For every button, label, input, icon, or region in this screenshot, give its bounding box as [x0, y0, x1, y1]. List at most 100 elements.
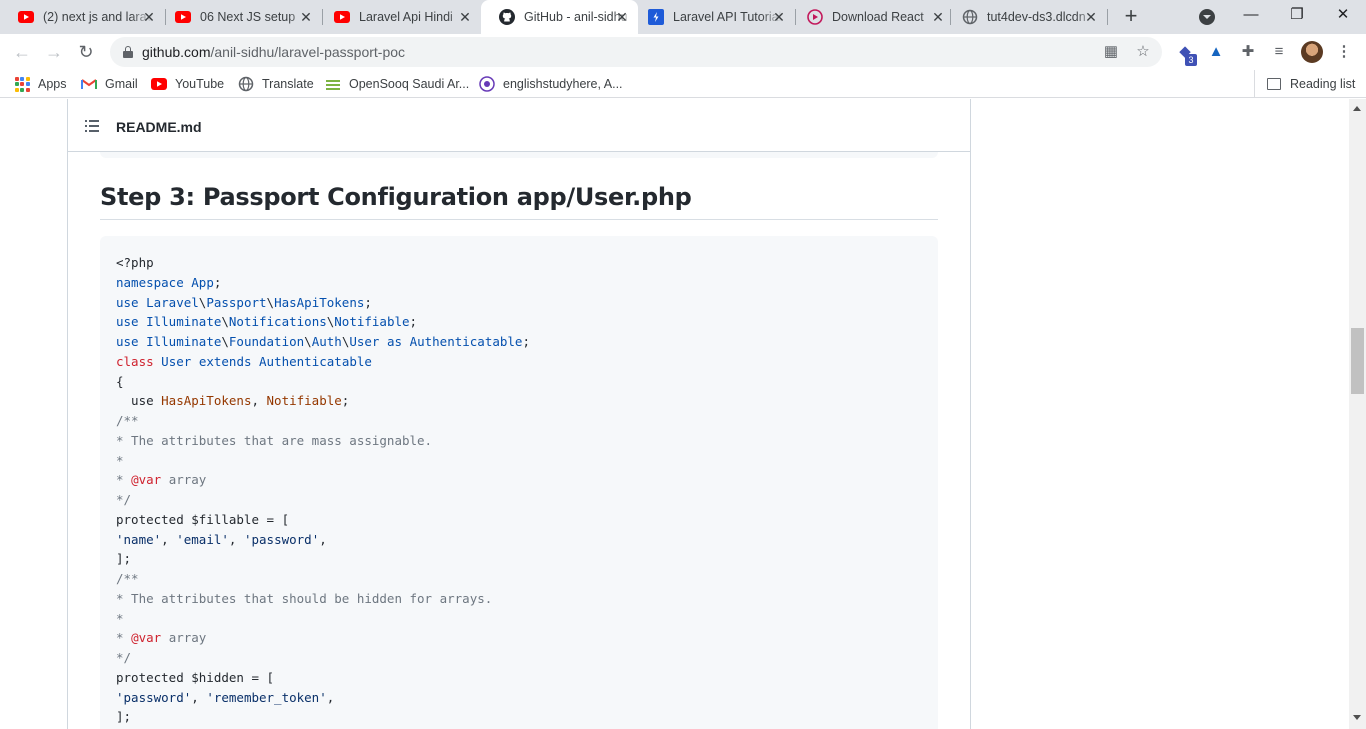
code-line: <?php [116, 253, 530, 273]
code-token: extends [198, 353, 252, 369]
code-line: use Laravel\Passport\HasApiTokens; [116, 293, 530, 313]
browser-toolbar: ← → ↻ github.com/anil-sidhu/laravel-pass… [0, 34, 1366, 70]
extensions-puzzle-icon[interactable]: ✚ [1238, 42, 1258, 62]
restore-button[interactable]: ❐ [1274, 0, 1320, 30]
bookmark-label: englishstudyhere, A... [503, 77, 623, 91]
scroll-up-arrow-icon[interactable] [1353, 106, 1361, 111]
qr-code-icon[interactable]: ▦ [1103, 44, 1119, 60]
code-token: ]; [116, 551, 132, 567]
opensooq-icon [325, 76, 341, 92]
close-tab-icon[interactable]: ✕ [457, 9, 473, 25]
close-tab-icon[interactable]: ✕ [771, 9, 787, 25]
minimize-button[interactable]: — [1228, 0, 1274, 30]
reading-list-icon [1267, 78, 1281, 90]
download-icon [807, 9, 823, 25]
scrollbar-thumb[interactable] [1351, 328, 1364, 394]
code-line: use Illuminate\Notifications\Notifiable; [116, 312, 530, 332]
code-line: namespace App; [116, 273, 530, 293]
code-line: /** [116, 411, 530, 431]
page-scrollbar[interactable] [1349, 99, 1366, 729]
bookmark-label: Gmail [105, 77, 138, 91]
reading-list-button[interactable]: Reading list [1254, 70, 1355, 98]
readme-filename[interactable]: README.md [116, 119, 202, 135]
code-token: /** [116, 571, 139, 586]
code-token: Illuminate [146, 314, 222, 330]
forward-button[interactable]: → [42, 40, 66, 64]
code-token: ; [409, 314, 418, 330]
code-token: 'password' [243, 531, 320, 547]
tab-search-icon[interactable] [1199, 9, 1215, 25]
bookmark-gmail[interactable]: Gmail [81, 75, 138, 93]
close-tab-icon[interactable]: ✕ [614, 9, 630, 25]
table-of-contents-icon[interactable] [85, 120, 99, 132]
tab-youtube-laravel-api-hindi[interactable]: Laravel Api Hindi ✕ [316, 0, 481, 34]
code-token: ; [522, 334, 530, 349]
close-tab-icon[interactable]: ✕ [141, 9, 157, 25]
code-token: * [116, 630, 132, 646]
gmail-icon [81, 76, 97, 92]
github-page: README.md Step 3: Passport Configuration… [0, 99, 1349, 729]
previous-code-block [100, 152, 938, 158]
code-token: , [228, 531, 244, 547]
youtube-icon [18, 9, 34, 25]
back-button[interactable]: ← [10, 40, 34, 64]
bookmark-apps[interactable]: Apps [14, 75, 67, 93]
tab-laravel-api-tutorial[interactable]: Laravel API Tutorial ✕ [630, 0, 795, 34]
code-line: ]; [116, 707, 530, 727]
code-token: use [116, 334, 139, 349]
tab-strip: (2) next js and laravel ✕ 06 Next JS set… [0, 0, 1366, 34]
code-token: * [116, 452, 124, 468]
code-token: * The attributes that are mass assignabl… [116, 432, 433, 448]
profile-avatar[interactable] [1301, 41, 1323, 63]
close-window-button[interactable]: ✕ [1320, 0, 1366, 30]
code-token: App [191, 274, 214, 290]
code-token: 'email' [176, 531, 229, 547]
code-token: */ [116, 492, 132, 507]
bookmark-star-icon[interactable]: ☆ [1135, 44, 1151, 60]
media-control-icon[interactable]: ≡ [1269, 42, 1289, 62]
menu-kebab-icon[interactable]: ⋮ [1334, 42, 1354, 62]
code-token: , [251, 393, 267, 409]
code-token: /** [116, 413, 139, 428]
tab-tut4dev[interactable]: tut4dev-ds3.dlcdn ✕ [944, 0, 1107, 34]
extension-icon[interactable]: ▲ [1206, 42, 1226, 62]
code-token: protected $hidden = [ [116, 669, 275, 685]
address-bar[interactable]: github.com/anil-sidhu/laravel-passport-p… [110, 37, 1162, 67]
bookmark-opensooq[interactable]: OpenSooq Saudi Ar... [325, 75, 469, 93]
code-token: \ [304, 334, 312, 349]
tab-separator [1107, 9, 1108, 25]
bookmark-youtube[interactable]: YouTube [151, 75, 224, 93]
bookmark-translate[interactable]: Translate [238, 75, 314, 93]
globe-icon [962, 9, 978, 25]
code-line: protected $hidden = [ [116, 668, 530, 688]
lock-icon[interactable] [123, 46, 133, 58]
tab-youtube-next-js-laravel[interactable]: (2) next js and laravel ✕ [0, 0, 165, 34]
bookmark-englishstudyhere[interactable]: englishstudyhere, A... [479, 75, 623, 93]
code-token: array [161, 630, 207, 646]
code-token: Notifiable [334, 314, 410, 330]
bookmarks-bar: Apps Gmail YouTube Translate OpenSooq Sa… [0, 70, 1366, 98]
tab-youtube-next-js-setup[interactable]: 06 Next JS setup ✕ [157, 0, 322, 34]
close-tab-icon[interactable]: ✕ [1083, 9, 1099, 25]
url-text[interactable]: github.com/anil-sidhu/laravel-passport-p… [142, 44, 405, 60]
code-line: protected $fillable = [ [116, 510, 530, 530]
scroll-down-arrow-icon[interactable] [1353, 715, 1361, 720]
readme-header: README.md [68, 102, 970, 152]
tab-github-active[interactable]: GitHub - anil-sidhu ✕ [481, 0, 638, 34]
code-token: HasApiTokens [274, 294, 365, 310]
close-tab-icon[interactable]: ✕ [298, 9, 314, 25]
code-token: @var [131, 472, 162, 488]
code-line: * [116, 609, 530, 629]
code-line: use HasApiTokens, Notifiable; [116, 391, 530, 411]
new-tab-button[interactable]: + [1119, 5, 1143, 29]
tab-download-react[interactable]: Download React ✕ [789, 0, 954, 34]
tab-title: 06 Next JS setup [200, 10, 296, 24]
reload-button[interactable]: ↻ [74, 40, 98, 64]
code-line: * The attributes that should be hidden f… [116, 589, 530, 609]
englishstudy-icon [479, 76, 495, 92]
code-token: */ [116, 650, 132, 665]
code-token: Passport [206, 294, 267, 310]
code-line: use Illuminate\Foundation\Auth\User as A… [116, 332, 530, 352]
